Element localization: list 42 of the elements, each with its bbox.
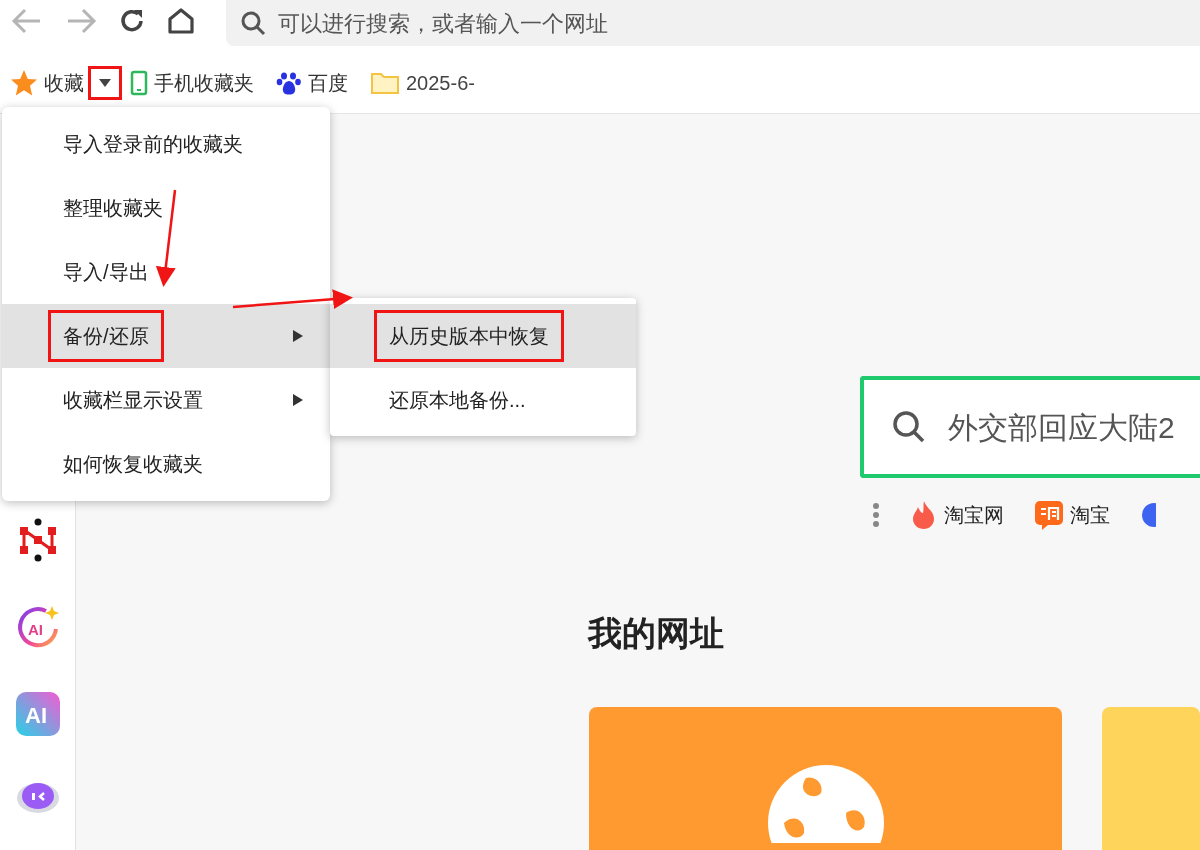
menu-item[interactable]: 收藏栏显示设置 (2, 368, 330, 432)
bookmark-item[interactable]: 2025-6- (370, 67, 475, 98)
submenu-arrow-icon (292, 329, 304, 343)
folder-icon (370, 70, 400, 95)
submenu-item[interactable]: 还原本地备份... (330, 368, 636, 432)
search-box[interactable]: 外交部回应大陆2 (860, 376, 1200, 478)
search-icon (892, 410, 926, 444)
menu-item[interactable]: 备份/还原 (2, 304, 330, 368)
globe-icon (765, 763, 886, 843)
search-text: 外交部回应大陆2 (948, 409, 1175, 446)
menu-item[interactable]: 整理收藏夹 (2, 176, 330, 240)
dropdown-button[interactable] (88, 65, 122, 100)
favorites-button[interactable]: 收藏 (10, 67, 84, 98)
star-icon (10, 68, 38, 97)
more-icon[interactable] (872, 502, 880, 528)
bookmark-item[interactable]: 手机收藏夹 (130, 67, 254, 98)
home-icon[interactable] (166, 6, 196, 36)
submenu-item[interactable]: 从历史版本中恢复 (330, 304, 636, 368)
site-card[interactable] (589, 707, 1063, 850)
app-icon[interactable] (1140, 502, 1156, 528)
bookmark-item[interactable]: 百度 (276, 67, 348, 98)
menu-item-label: 导入/导出 (62, 260, 150, 285)
search-icon (240, 10, 266, 36)
submenu-item-label: 从历史版本中恢复 (374, 310, 564, 362)
quick-link[interactable]: 淘宝 (1034, 500, 1110, 530)
menu-item-label: 如何恢复收藏夹 (62, 452, 204, 477)
caret-icon (99, 78, 111, 87)
menu-item[interactable]: 导入/导出 (2, 240, 330, 304)
menu-item-label: 收藏栏显示设置 (62, 388, 204, 413)
quick-link[interactable]: 淘宝网 (910, 500, 1004, 530)
network-icon[interactable] (17, 518, 58, 562)
menu-item[interactable]: 导入登录前的收藏夹 (2, 112, 330, 176)
menu-item[interactable]: 如何恢复收藏夹 (2, 432, 330, 496)
menu-item-label: 备份/还原 (48, 310, 164, 362)
section-title: 我的网址 (588, 613, 725, 654)
app-icon (1034, 500, 1064, 530)
address-bar[interactable]: 可以进行搜索，或者输入一个网址 (226, 0, 1200, 46)
phone-icon (130, 69, 148, 96)
menu-item-label: 整理收藏夹 (62, 196, 164, 221)
submenu-arrow-icon (292, 393, 304, 407)
menu-item-label: 导入登录前的收藏夹 (62, 132, 244, 157)
submenu-item-label: 还原本地备份... (388, 388, 527, 413)
